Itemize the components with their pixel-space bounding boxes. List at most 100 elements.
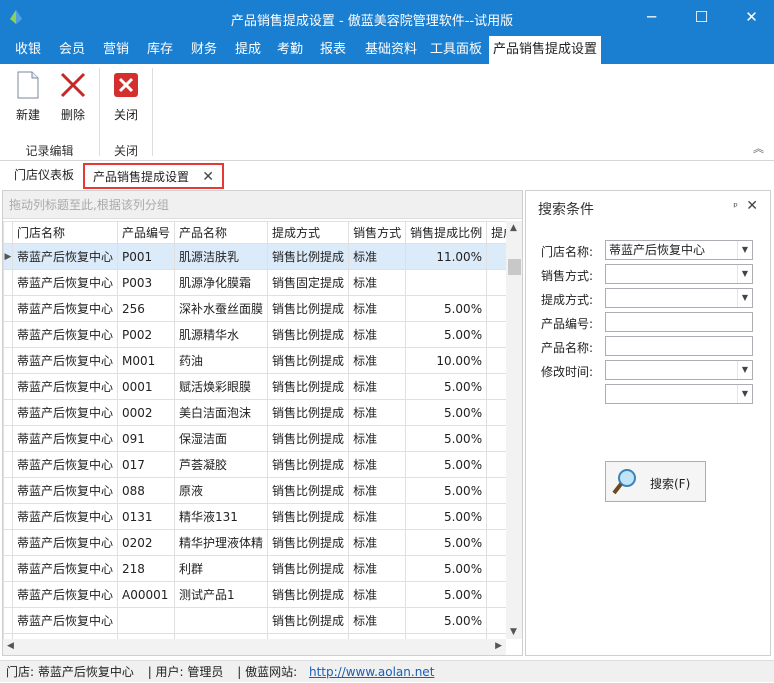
table-cell[interactable] <box>486 451 506 478</box>
column-header[interactable]: 产品编号 <box>117 221 176 244</box>
table-cell[interactable]: 5.00% <box>405 581 488 608</box>
menu-cashier[interactable]: 收银 <box>6 36 50 64</box>
column-header[interactable]: 产品名称 <box>174 221 269 244</box>
table-cell[interactable]: A00001 <box>117 581 176 608</box>
table-cell[interactable]: 标准 <box>348 373 407 400</box>
menu-base-data[interactable]: 基础资料 <box>358 36 424 64</box>
table-cell[interactable]: 销售固定提成 <box>267 269 350 296</box>
table-cell[interactable]: 蒂蓝产后恢复中心 <box>11 347 119 374</box>
column-header[interactable]: 销售提成比例 <box>405 221 488 244</box>
table-cell[interactable]: 5.00% <box>405 555 488 582</box>
scroll-down-icon[interactable]: ▼ <box>510 627 517 637</box>
menu-product-commission[interactable]: 产品销售提成设置 <box>489 36 601 64</box>
table-cell[interactable]: 精华护理液体精 <box>174 529 269 556</box>
horizontal-scrollbar[interactable]: ◀ ▶ <box>3 639 506 655</box>
scroll-up-icon[interactable]: ▲ <box>510 223 517 233</box>
table-cell[interactable]: 销售比例提成 <box>267 425 350 452</box>
table-cell[interactable]: 5.00% <box>405 399 488 426</box>
table-cell[interactable]: 肌源洁肤乳 <box>174 243 269 270</box>
table-cell[interactable]: 5.00% <box>405 477 488 504</box>
table-cell[interactable]: 销售比例提成 <box>267 243 350 270</box>
table-cell[interactable]: 5.00% <box>405 373 488 400</box>
close-icon[interactable]: ✕ <box>202 165 214 189</box>
maximize-button[interactable]: ☐ <box>679 0 724 36</box>
table-cell[interactable] <box>486 581 506 608</box>
table-row[interactable]: 蒂蓝产后恢复中心 0001 赋活焕彩眼膜 销售比例提成 标准 5.00% <box>3 373 506 400</box>
modify-time-to[interactable]: ▼ <box>605 384 753 404</box>
table-cell[interactable]: 11.00% <box>405 243 488 270</box>
table-cell[interactable]: 蒂蓝产后恢复中心 <box>11 295 119 322</box>
table-cell[interactable]: 0202 <box>117 529 176 556</box>
table-row[interactable]: ▶ 蒂蓝产后恢复中心 P001 肌源洁肤乳 销售比例提成 标准 11.00% <box>3 243 506 270</box>
menu-tools[interactable]: 工具面板 <box>426 36 486 64</box>
table-row[interactable]: 蒂蓝产后恢复中心 017 芦荟凝胶 销售比例提成 标准 5.00% <box>3 451 506 478</box>
table-cell[interactable]: 10.00% <box>405 347 488 374</box>
table-cell[interactable]: M001 <box>117 347 176 374</box>
table-cell[interactable]: 销售比例提成 <box>267 607 350 634</box>
modify-time-from[interactable]: ▼ <box>605 360 753 380</box>
table-cell[interactable]: 5.00% <box>405 321 488 348</box>
table-cell[interactable]: 5.00% <box>405 425 488 452</box>
commission-method-select[interactable]: ▼ <box>605 288 753 308</box>
table-cell[interactable]: 标准 <box>348 607 407 634</box>
table-row[interactable]: 蒂蓝产后恢复中心 091 保湿洁面 销售比例提成 标准 5.00% <box>3 425 506 452</box>
table-cell[interactable]: 原液 <box>174 477 269 504</box>
table-cell[interactable]: 5.00% <box>405 451 488 478</box>
table-cell[interactable] <box>486 555 506 582</box>
table-cell[interactable]: 标准 <box>348 321 407 348</box>
minimize-button[interactable]: ─ <box>629 0 674 36</box>
table-cell[interactable]: 蒂蓝产后恢复中心 <box>11 243 119 270</box>
table-cell[interactable]: 017 <box>117 451 176 478</box>
table-cell[interactable]: 标准 <box>348 399 407 426</box>
tab-store-dashboard[interactable]: 门店仪表板 <box>6 163 84 189</box>
table-cell[interactable] <box>486 503 506 530</box>
column-header[interactable]: 提成 <box>486 221 506 244</box>
table-cell[interactable] <box>486 321 506 348</box>
chevron-down-icon[interactable]: ▼ <box>737 361 752 379</box>
new-button[interactable]: 新建 <box>8 70 48 123</box>
table-cell[interactable]: 218 <box>117 555 176 582</box>
table-cell[interactable]: 销售比例提成 <box>267 347 350 374</box>
table-cell[interactable]: 美白洁面泡沫 <box>174 399 269 426</box>
pin-icon[interactable]: ᵖ <box>733 200 738 213</box>
table-cell[interactable] <box>405 269 488 296</box>
table-cell[interactable]: 肌源净化膜霜 <box>174 269 269 296</box>
menu-marketing[interactable]: 营销 <box>96 36 136 64</box>
table-cell[interactable]: 销售比例提成 <box>267 321 350 348</box>
table-cell[interactable]: 标准 <box>348 425 407 452</box>
chevron-down-icon[interactable]: ▼ <box>737 289 752 307</box>
chevron-down-icon[interactable]: ▼ <box>737 265 752 283</box>
vertical-scrollbar[interactable]: ▲ ▼ <box>506 221 522 639</box>
table-row[interactable]: 蒂蓝产后恢复中心 256 深补水蚕丝面膜 销售比例提成 标准 5.00% <box>3 295 506 322</box>
table-cell[interactable]: 销售比例提成 <box>267 581 350 608</box>
table-cell[interactable]: 利群 <box>174 555 269 582</box>
table-row[interactable]: 蒂蓝产后恢复中心 0002 美白洁面泡沫 销售比例提成 标准 5.00% <box>3 399 506 426</box>
table-cell[interactable]: 标准 <box>348 347 407 374</box>
table-cell[interactable]: 标准 <box>348 529 407 556</box>
table-cell[interactable]: 肌源精华水 <box>174 321 269 348</box>
table-cell[interactable]: 标准 <box>348 269 407 296</box>
table-cell[interactable] <box>486 399 506 426</box>
table-cell[interactable]: 蒂蓝产后恢复中心 <box>11 555 119 582</box>
column-header[interactable]: 门店名称 <box>11 221 119 244</box>
table-row[interactable]: 蒂蓝产后恢复中心 0131 精华液131 销售比例提成 标准 5.00% <box>3 503 506 530</box>
column-header[interactable]: 销售方式 <box>348 221 407 244</box>
scroll-right-icon[interactable]: ▶ <box>495 641 502 651</box>
table-cell[interactable] <box>486 269 506 296</box>
table-cell[interactable]: 保湿洁面 <box>174 425 269 452</box>
sale-method-select[interactable]: ▼ <box>605 264 753 284</box>
table-cell[interactable]: 蒂蓝产后恢复中心 <box>11 269 119 296</box>
table-cell[interactable]: 0131 <box>117 503 176 530</box>
chevron-down-icon[interactable]: ▼ <box>737 385 752 403</box>
table-cell[interactable]: 标准 <box>348 581 407 608</box>
table-row[interactable]: 蒂蓝产后恢复中心 M001 药油 销售比例提成 标准 10.00% <box>3 347 506 374</box>
menu-attendance[interactable]: 考勤 <box>270 36 310 64</box>
table-cell[interactable] <box>486 347 506 374</box>
table-cell[interactable] <box>486 295 506 322</box>
table-cell[interactable]: 测试产品1 <box>174 581 269 608</box>
table-row[interactable]: 蒂蓝产后恢复中心 P003 肌源净化膜霜 销售固定提成 标准 <box>3 269 506 296</box>
table-cell[interactable]: 标准 <box>348 451 407 478</box>
table-cell[interactable]: P002 <box>117 321 176 348</box>
table-cell[interactable]: 5.00% <box>405 503 488 530</box>
table-cell[interactable]: 088 <box>117 477 176 504</box>
